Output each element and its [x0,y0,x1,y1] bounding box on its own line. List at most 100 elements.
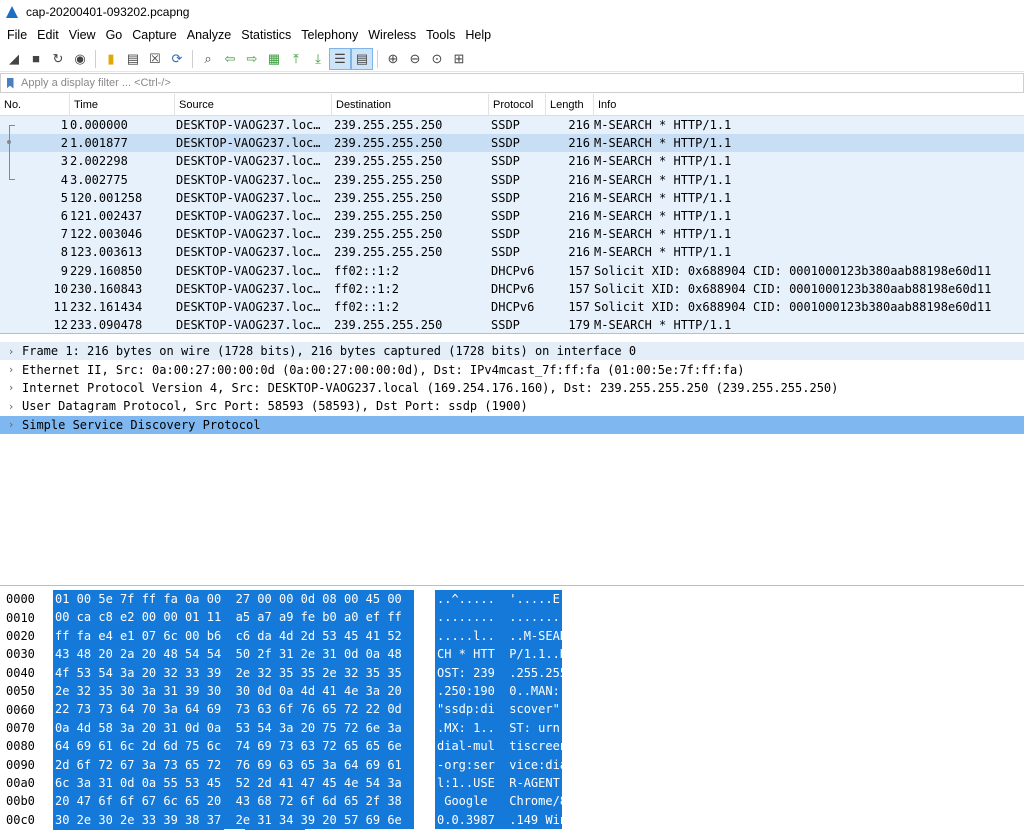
packet-info: M-SEARCH * HTTP/1.1 [594,318,732,333]
bytes-ascii[interactable]: .MX: 1.. ST: urn: [435,718,562,738]
resize-columns-icon[interactable]: ⊞ [448,48,470,70]
detail-ipv4[interactable]: › Internet Protocol Version 4, Src: DESK… [0,379,1024,397]
detail-ssdp[interactable]: › Simple Service Discovery Protocol [0,415,1024,434]
go-back-icon[interactable]: ⇦ [219,48,241,70]
col-header-destination[interactable]: Destination [332,94,489,116]
bytes-hex[interactable]: ff fa e4 e1 07 6c 00 b6 c6 da 4d 2d 53 4… [53,626,414,646]
detail-ethernet[interactable]: › Ethernet II, Src: 0a:00:27:00:00:0d (0… [0,360,1024,378]
packet-row[interactable]: 7 122.003046 DESKTOP-VAOG237.loc… 239.255.2… [0,225,1024,244]
packet-source: DESKTOP-VAOG237.loc… [176,190,321,205]
find-packet-icon[interactable]: ⌕ [197,48,219,70]
packet-row[interactable]: 4 3.002775 DESKTOP-VAOG237.loc… 239.255.255… [0,170,1024,189]
packet-row[interactable]: 3 2.002298 DESKTOP-VAOG237.loc… 239.255.255… [0,152,1024,171]
options-gear-icon[interactable]: ◉ [69,48,91,70]
go-forward-icon[interactable]: ⇨ [241,48,263,70]
menu-file[interactable]: File [2,28,32,42]
bytes-hex[interactable]: 0a 4d 58 3a 20 31 0d 0a 53 54 3a 20 75 7… [53,718,414,738]
col-header-time[interactable]: Time [70,94,175,116]
bookmark-icon[interactable] [3,75,17,91]
packet-source: DESKTOP-VAOG237.loc… [176,263,321,278]
bytes-hex[interactable]: 64 69 61 6c 2d 6d 75 6c 74 69 73 63 72 6… [53,737,414,756]
menu-statistics[interactable]: Statistics [236,28,296,42]
packet-row[interactable]: 1 0.000000 DESKTOP-VAOG237.loc… 239.255.255… [0,116,1024,135]
save-file-icon[interactable]: ▤ [122,48,144,70]
menu-capture[interactable]: Capture [127,28,181,42]
autoscroll-icon[interactable]: ☰ [329,47,351,70]
bytes-ascii[interactable]: dial-mul tiscreen [435,737,562,756]
bytes-ascii[interactable]: -org:ser vice:dia [435,755,562,774]
packet-row[interactable]: 2 1.001877 DESKTOP-VAOG237.loc… 239.255.255… [0,134,1024,153]
bytes-ascii[interactable]: OST: 239 .255.255 [435,663,562,682]
bytes-hex[interactable]: 00 ca c8 e2 00 00 01 11 a5 a7 a9 fe b0 a… [53,608,414,627]
bytes-ascii[interactable]: .250:190 0..MAN: [435,681,562,701]
shark-fin-icon[interactable]: ◢ [3,48,25,70]
open-file-icon[interactable]: ▮ [100,48,122,70]
packet-info: M-SEARCH * HTTP/1.1 [594,209,732,224]
stop-icon[interactable]: ■ [25,48,47,70]
bytes-hex[interactable]: 4f 53 54 3a 20 32 33 39 2e 32 35 35 2e 3… [53,663,414,682]
packet-length: 179 [568,318,590,333]
packet-row[interactable]: 6 121.002437 DESKTOP-VAOG237.loc… 239.255.2… [0,206,1024,226]
menu-go[interactable]: Go [101,28,128,42]
bytes-ascii[interactable]: Google Chrome/8 [435,792,562,811]
packet-row[interactable]: 11 232.161434 DESKTOP-VAOG237.loc… ff02::1:… [0,297,1024,317]
bytes-hex[interactable]: 2d 6f 72 67 3a 73 65 72 76 69 63 65 3a 6… [53,755,414,774]
packet-row[interactable]: 8 123.003613 DESKTOP-VAOG237.loc… 239.255.2… [0,243,1024,262]
last-packet-icon[interactable]: ⤓ [307,48,329,70]
detail-frame[interactable]: › Frame 1: 216 bytes on wire (1728 bits)… [0,342,1024,361]
detail-udp[interactable]: › User Datagram Protocol, Src Port: 5859… [0,397,1024,415]
bytes-hex[interactable]: 01 00 5e 7f ff fa 0a 00 27 00 00 0d 08 0… [53,590,414,609]
normal-size-icon[interactable]: ⊙ [426,48,448,70]
packet-time: 232.161434 [70,299,143,314]
bytes-ascii[interactable]: .....l.. ..M-SEAR [435,626,562,646]
bytes-ascii[interactable]: ........ ........ [435,608,562,627]
expand-arrow-icon[interactable]: › [0,418,22,431]
bytes-hex[interactable]: 30 2e 30 2e 33 39 38 37 2e 31 34 39 20 5… [53,810,414,830]
menu-tools[interactable]: Tools [421,28,460,42]
menu-view[interactable]: View [64,28,101,42]
packet-row[interactable]: 12 233.090478 DESKTOP-VAOG237.loc… 239.255.… [0,316,1024,333]
col-header-protocol[interactable]: Protocol [489,94,546,116]
bytes-hex[interactable]: 6c 3a 31 0d 0a 55 53 45 52 2d 41 47 45 4… [53,773,414,793]
packet-info: Solicit XID: 0x688904 CID: 0001000123b38… [594,281,992,296]
restart-icon[interactable]: ↻ [47,48,69,70]
bytes-hex[interactable]: 2e 32 35 30 3a 31 39 30 30 0d 0a 4d 41 4… [53,681,414,701]
bytes-hex[interactable]: 20 47 6f 6f 67 6c 65 20 43 68 72 6f 6d 6… [53,792,414,811]
expand-arrow-icon[interactable]: › [0,381,22,394]
menu-edit[interactable]: Edit [32,28,64,42]
bytes-ascii[interactable]: ..^..... '.....E. [435,590,562,609]
colorize-icon[interactable]: ▤ [351,47,373,70]
packet-row[interactable]: 5 120.001258 DESKTOP-VAOG237.loc… 239.255.2… [0,188,1024,207]
bytes-ascii[interactable]: CH * HTT P/1.1..H [435,645,562,664]
menu-help[interactable]: Help [460,28,496,42]
packet-row[interactable]: 10 230.160843 DESKTOP-VAOG237.loc… ff02::1:… [0,279,1024,298]
menu-wireless[interactable]: Wireless [363,28,421,42]
bytes-ascii[interactable]: l:1..USE R-AGENT: [435,773,562,793]
bytes-hex[interactable]: 22 73 73 64 70 3a 64 69 73 63 6f 76 65 7… [53,700,414,719]
expand-arrow-icon[interactable]: › [0,400,22,413]
bytes-row: 0040 4f 53 54 3a 20 32 33 39 2e 32 35 35 … [0,663,1024,682]
col-header-source[interactable]: Source [175,94,332,116]
zoom-out-icon[interactable]: ⊖ [404,48,426,70]
col-header-length[interactable]: Length [546,94,594,116]
display-filter-input[interactable] [17,74,1023,92]
col-header-info[interactable]: Info [594,94,1024,116]
menu-analyze[interactable]: Analyze [182,28,236,42]
bytes-ascii[interactable]: "ssdp:di scover". [435,700,562,719]
packet-no: 12 [53,318,68,333]
packet-info: M-SEARCH * HTTP/1.1 [594,190,732,205]
bytes-hex[interactable]: 43 48 20 2a 20 48 54 54 50 2f 31 2e 31 0… [53,645,414,664]
zoom-in-icon[interactable]: ⊕ [382,48,404,70]
packet-row[interactable]: 9 229.160850 DESKTOP-VAOG237.loc… ff02::1:2… [0,261,1024,280]
bytes-offset: 00c0 [6,812,35,827]
col-header-no[interactable]: No. [0,94,70,116]
bytes-ascii[interactable]: 0.0.3987 .149 Win [435,810,562,830]
expand-arrow-icon[interactable]: › [0,345,22,358]
expand-arrow-icon[interactable]: › [0,363,22,376]
first-packet-icon[interactable]: ⤒ [285,48,307,70]
packet-time: 122.003046 [70,227,143,242]
go-to-packet-icon[interactable]: ▦ [263,48,285,70]
reload-icon[interactable]: ⟳ [166,48,188,70]
menu-telephony[interactable]: Telephony [296,28,363,42]
close-file-icon[interactable]: ☒ [144,48,166,70]
